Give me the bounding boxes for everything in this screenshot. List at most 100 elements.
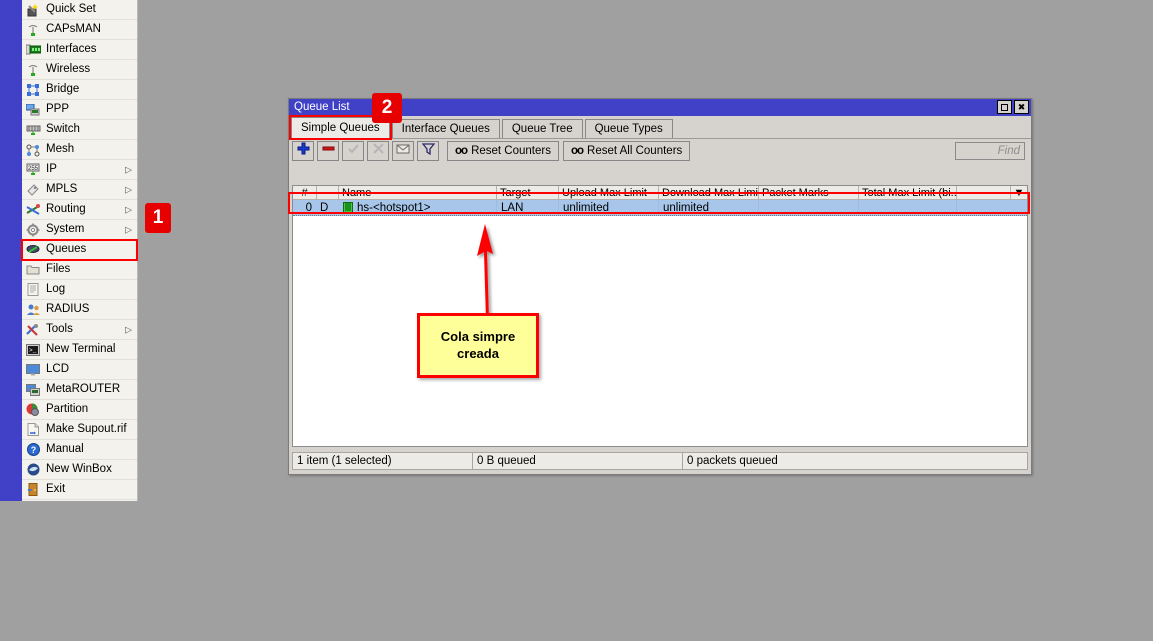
sidebar-item-tools[interactable]: Tools ▷ xyxy=(22,320,137,340)
sidebar-item-label: Files xyxy=(46,264,70,276)
column-header-index[interactable]: # xyxy=(293,186,317,199)
plus-icon xyxy=(297,142,310,160)
sidebar-item-label: IP xyxy=(46,164,57,176)
sidebar-item-capsman[interactable]: CAPsMAN xyxy=(22,20,137,40)
svg-text:>_: >_ xyxy=(29,347,37,354)
tab-label: Queue Types xyxy=(595,123,663,135)
sidebar-item-label: CAPsMAN xyxy=(46,24,101,36)
column-header-packet-marks[interactable]: Packet Marks xyxy=(759,186,859,199)
metarouter-icon xyxy=(24,382,42,398)
check-icon xyxy=(347,142,360,160)
sidebar-item-metarouter[interactable]: MetaROUTER xyxy=(22,380,137,400)
exit-icon xyxy=(24,482,42,498)
sidebar-item-log[interactable]: Log xyxy=(22,280,137,300)
sidebar-item-interfaces[interactable]: Interfaces xyxy=(22,40,137,60)
sidebar-item-files[interactable]: Files xyxy=(22,260,137,280)
sidebar-item-radius[interactable]: RADIUS xyxy=(22,300,137,320)
sidebar-item-mpls[interactable]: MPLS ▷ xyxy=(22,180,137,200)
table-header-row: # Name Target Upload Max Limit Download … xyxy=(293,186,1027,200)
sidebar-item-new-terminal[interactable]: >_ New Terminal xyxy=(22,340,137,360)
close-icon[interactable]: ✖ xyxy=(1014,100,1029,114)
wireless-icon xyxy=(24,62,42,78)
sidebar-item-exit[interactable]: Exit xyxy=(22,480,137,500)
sidebar-item-label: New WinBox xyxy=(46,464,112,476)
cross-icon xyxy=(372,142,385,160)
sidebar-item-queues[interactable]: Queues xyxy=(22,240,137,260)
tab-queue-tree[interactable]: Queue Tree xyxy=(502,119,583,138)
tab-label: Interface Queues xyxy=(402,123,490,135)
cell-extra xyxy=(957,200,1027,215)
capsman-icon xyxy=(24,22,42,38)
column-header-download-max-limit[interactable]: Download Max Limit xyxy=(659,186,759,199)
routing-icon xyxy=(24,202,42,218)
sidebar-item-manual[interactable]: ? Manual xyxy=(22,440,137,460)
sidebar-item-ip[interactable]: 255 IP ▷ xyxy=(22,160,137,180)
sidebar-item-partition[interactable]: Partition xyxy=(22,400,137,420)
log-icon xyxy=(24,282,42,298)
reset-all-counters-prefix: oo xyxy=(571,145,583,157)
sidebar-item-label: RADIUS xyxy=(46,304,89,316)
files-icon xyxy=(24,262,42,278)
sidebar-item-lcd[interactable]: LCD xyxy=(22,360,137,380)
column-header-flags[interactable] xyxy=(317,186,339,199)
sidebar-item-new-winbox[interactable]: New WinBox xyxy=(22,460,137,480)
sidebar-item-quick-set[interactable]: Quick Set xyxy=(22,0,137,20)
sidebar-item-mesh[interactable]: Mesh xyxy=(22,140,137,160)
red-arrow xyxy=(455,218,515,323)
annotation-callout: Cola simpre creada xyxy=(417,313,539,378)
table-row[interactable]: 0 D hs-<hotspot1> LAN unlimited unlimite… xyxy=(293,200,1027,216)
enable-queue-button[interactable] xyxy=(342,141,364,161)
column-header-total-max-limit[interactable]: Total Max Limit (bi... xyxy=(859,186,957,199)
sidebar-item-label: Bridge xyxy=(46,84,79,96)
disable-queue-button[interactable] xyxy=(367,141,389,161)
chevron-right-icon: ▷ xyxy=(125,224,132,235)
lcd-icon xyxy=(24,362,42,378)
sidebar-item-bridge[interactable]: Bridge xyxy=(22,80,137,100)
add-queue-button[interactable] xyxy=(292,141,314,161)
tab-interface-queues[interactable]: Interface Queues xyxy=(392,119,500,138)
partition-icon xyxy=(24,402,42,418)
sidebar-item-ppp[interactable]: PPP xyxy=(22,100,137,120)
sidebar-item-label: PPP xyxy=(46,104,69,116)
reset-counters-button[interactable]: oo Reset Counters xyxy=(447,141,559,161)
sidebar-item-wireless[interactable]: Wireless xyxy=(22,60,137,80)
quick-set-icon xyxy=(24,2,42,18)
status-bar: 1 item (1 selected) 0 B queued 0 packets… xyxy=(292,452,1028,470)
radius-icon xyxy=(24,302,42,318)
system-icon xyxy=(24,222,42,238)
sidebar-item-label: Queues xyxy=(46,244,86,256)
cell-total-max-limit xyxy=(859,200,957,215)
maximize-icon[interactable] xyxy=(997,100,1012,114)
switch-icon xyxy=(24,122,42,138)
filter-button[interactable] xyxy=(417,141,439,161)
ppp-icon xyxy=(24,102,42,118)
bridge-icon xyxy=(24,82,42,98)
sidebar: Quick Set CAPsMAN Interfaces Wireless xyxy=(0,0,138,501)
sidebar-menu: Quick Set CAPsMAN Interfaces Wireless xyxy=(22,0,138,501)
sidebar-item-switch[interactable]: Switch xyxy=(22,120,137,140)
cell-name: hs-<hotspot1> xyxy=(339,200,497,215)
cell-download-max-limit: unlimited xyxy=(659,200,759,215)
queue-entry-icon xyxy=(343,202,353,213)
annotation-line-2: creada xyxy=(457,346,499,362)
sidebar-item-system[interactable]: System ▷ xyxy=(22,220,137,240)
step-badge-1: 1 xyxy=(145,203,171,233)
sidebar-item-routing[interactable]: Routing ▷ xyxy=(22,200,137,220)
sidebar-item-make-supout[interactable]: Make Supout.rif xyxy=(22,420,137,440)
reset-all-counters-button[interactable]: oo Reset All Counters xyxy=(563,141,690,161)
column-header-extra[interactable] xyxy=(957,186,1011,199)
reset-all-counters-label: Reset All Counters xyxy=(587,145,682,157)
search-input[interactable]: Find xyxy=(955,142,1025,160)
cell-target: LAN xyxy=(497,200,559,215)
step-badge-2: 2 xyxy=(372,93,402,123)
column-header-target[interactable]: Target xyxy=(497,186,559,199)
column-header-name[interactable]: Name xyxy=(339,186,497,199)
comment-button[interactable] xyxy=(392,141,414,161)
column-header-upload-max-limit[interactable]: Upload Max Limit xyxy=(559,186,659,199)
column-chooser-dropdown-icon[interactable]: ▼ xyxy=(1011,186,1027,199)
remove-queue-button[interactable] xyxy=(317,141,339,161)
toolbar: oo Reset Counters oo Reset All Counters … xyxy=(289,138,1031,163)
queue-table: # Name Target Upload Max Limit Download … xyxy=(292,185,1028,447)
cell-name-text: hs-<hotspot1> xyxy=(357,202,431,214)
tab-queue-types[interactable]: Queue Types xyxy=(585,119,673,138)
